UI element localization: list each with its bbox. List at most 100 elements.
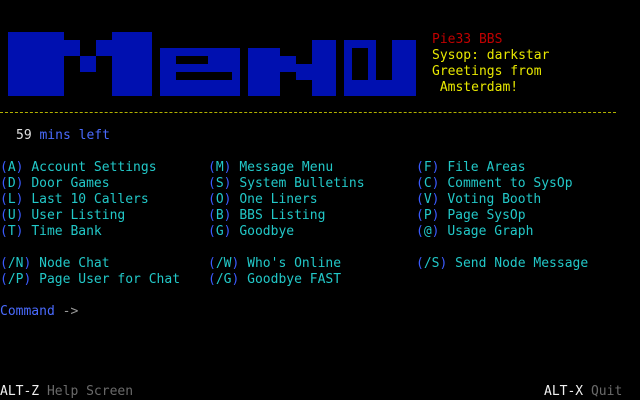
command-arrow: -> xyxy=(54,304,79,319)
menu-item-user-listing[interactable]: (U) User Listing xyxy=(0,208,125,224)
menu-hotkey: @ xyxy=(423,224,432,239)
menu-item-door-games[interactable]: (D) Door Games xyxy=(0,176,110,192)
menu-item-label: Goodbye xyxy=(239,224,295,239)
hotkey-bracket: ( xyxy=(208,176,216,191)
logo-cutout xyxy=(352,48,368,80)
menu-hotkey: A xyxy=(7,160,16,175)
menu-item-goodbye[interactable]: (G) Goodbye xyxy=(208,224,294,240)
hotkey-bracket: ( xyxy=(208,272,216,287)
hotkey-bracket: ( xyxy=(0,192,8,207)
menu-item-last-callers[interactable]: (L) Last 10 Callers xyxy=(0,192,149,208)
hotkey-bracket: ) xyxy=(431,208,440,223)
hotkey-bracket: ) xyxy=(15,160,24,175)
menu-item-one-liners[interactable]: (O) One Liners xyxy=(208,192,318,208)
hotkey-bracket: ( xyxy=(0,224,8,239)
command-prompt[interactable]: Command -> xyxy=(0,304,78,320)
menu-hotkey: /G xyxy=(215,272,232,287)
hotkey-bracket: ( xyxy=(416,224,424,239)
hotkey-bracket: ) xyxy=(223,160,232,175)
menu-item-label: Page SysOp xyxy=(447,208,526,223)
menu-item-usage-graph[interactable]: (@) Usage Graph xyxy=(416,224,533,240)
menu-item-label: Goodbye FAST xyxy=(247,272,342,287)
help-key: ALT-Z xyxy=(0,384,40,399)
menu-item-label: Comment to SysOp xyxy=(447,176,573,191)
hotkey-bracket: ( xyxy=(208,208,216,223)
hotkey-bracket: ) xyxy=(23,256,32,271)
menu-item-label: Voting Booth xyxy=(447,192,542,207)
logo-cutout xyxy=(176,56,208,64)
sysop-name: Sysop: darkstar xyxy=(432,48,550,63)
menu-item-message-menu[interactable]: (M) Message Menu xyxy=(208,160,333,176)
menu-hotkey: /S xyxy=(423,256,440,271)
hotkey-bracket: ) xyxy=(439,256,448,271)
hotkey-bracket: ) xyxy=(15,208,24,223)
hotkey-bracket: ) xyxy=(431,192,440,207)
menu-item-account-settings[interactable]: (A) Account Settings xyxy=(0,160,157,176)
menu-item-time-bank[interactable]: (T) Time Bank xyxy=(0,224,102,240)
menu-item-bbs-listing[interactable]: (B) BBS Listing xyxy=(208,208,325,224)
menu-hotkey: G xyxy=(215,224,224,239)
hotkey-bracket: ) xyxy=(431,176,440,191)
hotkey-bracket: ) xyxy=(223,224,232,239)
menu-item-page-user-chat[interactable]: (/P) Page User for Chat xyxy=(0,272,180,288)
hotkey-bracket: ) xyxy=(431,160,440,175)
hotkey-bracket: ) xyxy=(223,176,232,191)
quit-hint[interactable]: ALT-X Quit xyxy=(544,384,622,400)
hotkey-bracket: ( xyxy=(0,272,8,287)
menu-item-send-node-message[interactable]: (/S) Send Node Message xyxy=(416,256,588,272)
menu-item-label: Account Settings xyxy=(31,160,157,175)
hotkey-bracket: ) xyxy=(223,192,232,207)
hotkey-bracket: ) xyxy=(15,192,24,207)
hotkey-bracket: ( xyxy=(416,256,424,271)
hotkey-bracket: ( xyxy=(0,160,8,175)
menu-item-label: Who's Online xyxy=(247,256,342,271)
menu-item-system-bulletins[interactable]: (S) System Bulletins xyxy=(208,176,365,192)
hotkey-bracket: ( xyxy=(208,192,216,207)
greeting-line-2: Amsterdam! xyxy=(432,80,519,95)
menu-item-label: System Bulletins xyxy=(239,176,365,191)
menu-hotkey: C xyxy=(423,176,432,191)
hotkey-bracket: ( xyxy=(416,192,424,207)
hotkey-bracket: ( xyxy=(416,176,424,191)
minutes-value: 59 xyxy=(16,128,32,143)
menu-item-label: BBS Listing xyxy=(239,208,326,223)
menu-hotkey: L xyxy=(7,192,16,207)
hotkey-bracket: ( xyxy=(416,160,424,175)
menu-item-node-chat[interactable]: (/N) Node Chat xyxy=(0,256,110,272)
menu-item-label: User Listing xyxy=(31,208,126,223)
menu-item-label: Usage Graph xyxy=(447,224,534,239)
menu-hotkey: D xyxy=(7,176,16,191)
menu-item-label: Send Node Message xyxy=(455,256,589,271)
hotkey-bracket: ( xyxy=(0,176,8,191)
menu-hotkey: B xyxy=(215,208,224,223)
menu-item-label: Message Menu xyxy=(239,160,334,175)
time-remaining: 59 mins left xyxy=(16,128,110,144)
command-label: Command xyxy=(0,304,55,319)
menu-item-goodbye-fast[interactable]: (/G) Goodbye FAST xyxy=(208,272,341,288)
menu-item-voting-booth[interactable]: (V) Voting Booth xyxy=(416,192,541,208)
hotkey-bracket: ) xyxy=(231,256,240,271)
menu-hotkey: S xyxy=(215,176,224,191)
menu-hotkey: F xyxy=(423,160,432,175)
menu-item-file-areas[interactable]: (F) File Areas xyxy=(416,160,526,176)
hotkey-bracket: ( xyxy=(416,208,424,223)
bbs-name: Pie33 BBS xyxy=(432,32,503,47)
menu-item-page-sysop[interactable]: (P) Page SysOp xyxy=(416,208,526,224)
help-screen-hint[interactable]: ALT-Z Help Screen xyxy=(0,384,133,400)
hotkey-bracket: ) xyxy=(223,208,232,223)
menu-item-label: Last 10 Callers xyxy=(31,192,149,207)
menu-hotkey: /W xyxy=(215,256,232,271)
menu-hotkey: V xyxy=(423,192,432,207)
menu-item-whos-online[interactable]: (/W) Who's Online xyxy=(208,256,341,272)
hotkey-bracket: ( xyxy=(0,256,8,271)
hotkey-bracket: ) xyxy=(23,272,32,287)
menu-hotkey: U xyxy=(7,208,16,223)
quit-label: Quit xyxy=(583,384,623,399)
menu-hotkey: M xyxy=(215,160,224,175)
help-label: Help Screen xyxy=(39,384,134,399)
menu-item-comment-sysop[interactable]: (C) Comment to SysOp xyxy=(416,176,573,192)
hotkey-bracket: ) xyxy=(15,224,24,239)
menu-item-label: One Liners xyxy=(239,192,318,207)
quit-key: ALT-X xyxy=(544,384,584,399)
hotkey-bracket: ( xyxy=(0,208,8,223)
